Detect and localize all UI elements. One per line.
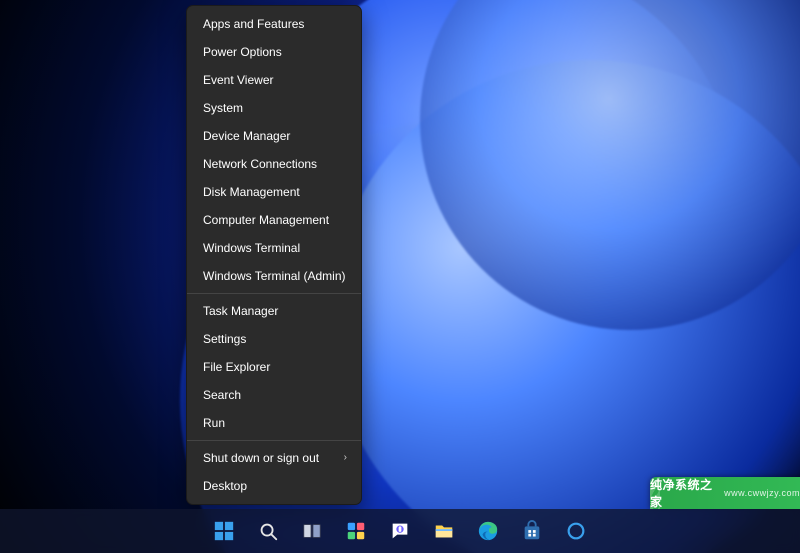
menu-event-viewer[interactable]: Event Viewer: [187, 66, 361, 94]
menu-item-label: Computer Management: [203, 213, 329, 227]
menu-item-label: Run: [203, 416, 225, 430]
taskbar-center-icons: [206, 513, 594, 549]
menu-windows-terminal[interactable]: Windows Terminal: [187, 234, 361, 262]
task-view-icon: [301, 520, 323, 542]
menu-settings[interactable]: Settings: [187, 325, 361, 353]
search-icon: [257, 520, 279, 542]
menu-item-label: System: [203, 101, 243, 115]
menu-item-label: Settings: [203, 332, 246, 346]
menu-apps-and-features[interactable]: Apps and Features: [187, 10, 361, 38]
menu-item-label: Windows Terminal (Admin): [203, 269, 345, 283]
menu-item-label: Desktop: [203, 479, 247, 493]
start-button[interactable]: [206, 513, 242, 549]
menu-item-label: Event Viewer: [203, 73, 273, 87]
menu-item-label: Device Manager: [203, 129, 290, 143]
menu-power-options[interactable]: Power Options: [187, 38, 361, 66]
watermark-sub: www.cwwjzy.com: [724, 488, 800, 498]
menu-system[interactable]: System: [187, 94, 361, 122]
cortana-button[interactable]: [558, 513, 594, 549]
menu-shutdown-signout[interactable]: Shut down or sign out ›: [187, 444, 361, 472]
watermark-badge: 纯净系统之家 www.cwwjzy.com: [650, 477, 800, 509]
desktop-wallpaper[interactable]: [0, 0, 800, 553]
search-button[interactable]: [250, 513, 286, 549]
winx-context-menu: Apps and Features Power Options Event Vi…: [186, 5, 362, 505]
watermark-text: 纯净系统之家: [650, 477, 720, 509]
menu-item-label: Apps and Features: [203, 17, 304, 31]
menu-computer-management[interactable]: Computer Management: [187, 206, 361, 234]
widgets-button[interactable]: [338, 513, 374, 549]
menu-item-label: Disk Management: [203, 185, 300, 199]
cortana-icon: [565, 520, 587, 542]
menu-item-label: Search: [203, 388, 241, 402]
store-button[interactable]: [514, 513, 550, 549]
task-view-button[interactable]: [294, 513, 330, 549]
menu-task-manager[interactable]: Task Manager: [187, 297, 361, 325]
menu-windows-terminal-admin[interactable]: Windows Terminal (Admin): [187, 262, 361, 290]
chevron-right-icon: ›: [344, 451, 347, 465]
edge-button[interactable]: [470, 513, 506, 549]
menu-network-connections[interactable]: Network Connections: [187, 150, 361, 178]
menu-disk-management[interactable]: Disk Management: [187, 178, 361, 206]
menu-separator: [187, 293, 361, 294]
windows-logo-icon: [213, 520, 235, 542]
chat-button[interactable]: [382, 513, 418, 549]
edge-icon: [477, 520, 499, 542]
menu-file-explorer[interactable]: File Explorer: [187, 353, 361, 381]
menu-run[interactable]: Run: [187, 409, 361, 437]
menu-item-label: File Explorer: [203, 360, 270, 374]
menu-item-label: Network Connections: [203, 157, 317, 171]
menu-item-label: Power Options: [203, 45, 282, 59]
file-explorer-button[interactable]: [426, 513, 462, 549]
menu-item-label: Shut down or sign out: [203, 451, 319, 465]
widgets-icon: [345, 520, 367, 542]
menu-search[interactable]: Search: [187, 381, 361, 409]
menu-item-label: Windows Terminal: [203, 241, 300, 255]
menu-device-manager[interactable]: Device Manager: [187, 122, 361, 150]
taskbar: [0, 509, 800, 553]
menu-separator: [187, 440, 361, 441]
store-icon: [521, 520, 543, 542]
folder-icon: [433, 520, 455, 542]
menu-desktop[interactable]: Desktop: [187, 472, 361, 500]
menu-item-label: Task Manager: [203, 304, 278, 318]
chat-icon: [389, 520, 411, 542]
